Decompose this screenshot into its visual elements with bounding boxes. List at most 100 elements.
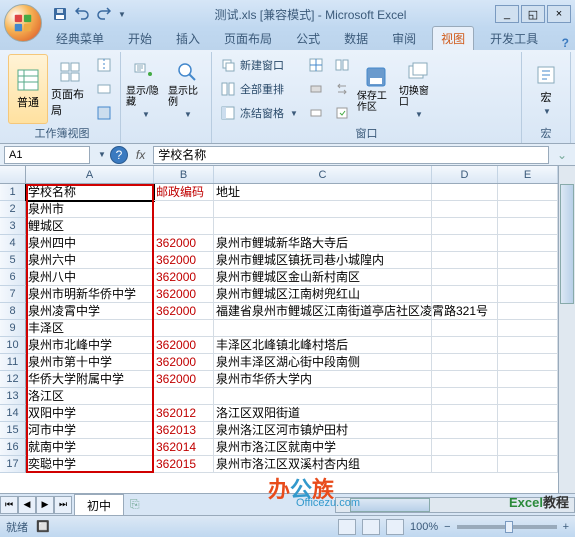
row-header-16[interactable]: 16 <box>0 439 26 456</box>
cell[interactable]: 丰泽区 <box>26 320 154 337</box>
cell[interactable]: 泉州市洛江区双溪村杏内组 <box>214 456 432 473</box>
cell[interactable]: 鲤城区 <box>26 218 154 235</box>
save-workspace-button[interactable]: 保存工作区 <box>356 54 396 124</box>
row-header-8[interactable]: 8 <box>0 303 26 320</box>
cell[interactable]: 奕聪中学 <box>26 456 154 473</box>
page-layout-button[interactable]: 页面布局 <box>50 54 90 124</box>
zoom-in-button[interactable]: + <box>563 521 569 533</box>
formula-input[interactable]: 学校名称 <box>153 146 549 164</box>
cell[interactable] <box>432 184 498 201</box>
cell[interactable]: 泉州市北峰中学 <box>26 337 154 354</box>
arrange-all-button[interactable]: 全部重排 <box>216 78 302 100</box>
column-header-E[interactable]: E <box>498 166 558 183</box>
cell[interactable] <box>498 405 558 422</box>
cell[interactable] <box>498 201 558 218</box>
cell[interactable]: 362000 <box>154 354 214 371</box>
cell[interactable] <box>498 320 558 337</box>
cell[interactable]: 362000 <box>154 286 214 303</box>
row-header-13[interactable]: 13 <box>0 388 26 405</box>
horizontal-scroll-thumb[interactable] <box>350 498 430 512</box>
cell[interactable] <box>498 269 558 286</box>
cell[interactable]: 泉州市华侨大学内 <box>214 371 432 388</box>
row-header-10[interactable]: 10 <box>0 337 26 354</box>
cell[interactable] <box>432 405 498 422</box>
ribbon-tab-0[interactable]: 经典菜单 <box>48 27 112 50</box>
zoom-out-button[interactable]: − <box>444 521 450 533</box>
column-header-B[interactable]: B <box>154 166 214 183</box>
unhide-button[interactable] <box>304 102 328 124</box>
hide-button[interactable] <box>304 78 328 100</box>
cell[interactable]: 双阳中学 <box>26 405 154 422</box>
ribbon-tab-5[interactable]: 数据 <box>336 27 376 50</box>
ribbon-help-icon[interactable]: ? <box>562 36 569 50</box>
cell[interactable]: 邮政编码 <box>154 184 214 201</box>
cell[interactable]: 362014 <box>154 439 214 456</box>
row-header-9[interactable]: 9 <box>0 320 26 337</box>
ribbon-tab-2[interactable]: 插入 <box>168 27 208 50</box>
cell[interactable] <box>432 337 498 354</box>
namebox-dropdown-icon[interactable]: ▼ <box>98 150 106 159</box>
cell[interactable]: 362000 <box>154 252 214 269</box>
close-button[interactable]: × <box>547 5 571 23</box>
cell[interactable]: 就南中学 <box>26 439 154 456</box>
cell[interactable] <box>432 320 498 337</box>
cell[interactable] <box>498 235 558 252</box>
cell[interactable] <box>432 371 498 388</box>
page-break-view-icon[interactable] <box>386 519 404 535</box>
row-header-5[interactable]: 5 <box>0 252 26 269</box>
view-side-by-side-button[interactable] <box>330 54 354 76</box>
cell[interactable] <box>432 303 498 320</box>
freeze-panes-button[interactable]: 冻结窗格▼ <box>216 102 302 124</box>
cell[interactable]: 福建省泉州市鲤城区江南街道亭店社区凌霄路321号 <box>214 303 432 320</box>
cell[interactable]: 泉州市 <box>26 201 154 218</box>
column-header-C[interactable]: C <box>214 166 432 183</box>
column-header-D[interactable]: D <box>432 166 498 183</box>
cell[interactable] <box>498 439 558 456</box>
next-sheet-button[interactable]: ▶ <box>36 496 54 514</box>
cell[interactable]: 泉州市鲤城区江南树兜红山 <box>214 286 432 303</box>
cell[interactable] <box>432 235 498 252</box>
row-header-4[interactable]: 4 <box>0 235 26 252</box>
custom-views-button[interactable] <box>92 78 116 100</box>
fx-icon[interactable]: fx <box>132 148 149 162</box>
expand-formula-icon[interactable]: ⌄ <box>553 148 571 162</box>
cell[interactable] <box>214 388 432 405</box>
ribbon-tab-8[interactable]: 开发工具 <box>482 27 546 50</box>
cell[interactable] <box>498 456 558 473</box>
cell[interactable]: 泉州洛江区河市镇炉田村 <box>214 422 432 439</box>
undo-icon[interactable] <box>72 4 92 24</box>
cell[interactable] <box>498 252 558 269</box>
new-sheet-icon[interactable]: ⎘ <box>124 497 146 512</box>
row-header-12[interactable]: 12 <box>0 371 26 388</box>
cell[interactable] <box>432 269 498 286</box>
ribbon-tab-7[interactable]: 视图 <box>432 26 474 50</box>
sheet-tab[interactable]: 初中 <box>74 494 124 516</box>
cell[interactable]: 泉州市明新华侨中学 <box>26 286 154 303</box>
cell[interactable] <box>432 218 498 235</box>
cell[interactable]: 洛江区双阳街道 <box>214 405 432 422</box>
row-header-6[interactable]: 6 <box>0 269 26 286</box>
cell[interactable] <box>154 320 214 337</box>
fullscreen-button[interactable] <box>92 102 116 124</box>
cell[interactable] <box>432 286 498 303</box>
cell[interactable] <box>432 456 498 473</box>
cell[interactable] <box>498 388 558 405</box>
ribbon-tab-1[interactable]: 开始 <box>120 27 160 50</box>
cell[interactable]: 泉州丰泽区湖心街中段南侧 <box>214 354 432 371</box>
redo-icon[interactable] <box>94 4 114 24</box>
cell[interactable]: 362013 <box>154 422 214 439</box>
cell[interactable] <box>432 439 498 456</box>
cell[interactable]: 学校名称 <box>26 184 154 201</box>
cell[interactable]: 华侨大学附属中学 <box>26 371 154 388</box>
row-header-15[interactable]: 15 <box>0 422 26 439</box>
cell[interactable]: 洛江区 <box>26 388 154 405</box>
cell[interactable]: 河市中学 <box>26 422 154 439</box>
cell[interactable]: 地址 <box>214 184 432 201</box>
cell[interactable]: 泉州市鲤城新华路大寺后 <box>214 235 432 252</box>
cell[interactable]: 泉州市鲤城区镇抚司巷小城隍内 <box>214 252 432 269</box>
reset-position-button[interactable] <box>330 102 354 124</box>
cell[interactable]: 泉州市洛江区就南中学 <box>214 439 432 456</box>
cell[interactable]: 362012 <box>154 405 214 422</box>
cell[interactable]: 泉州凌霄中学 <box>26 303 154 320</box>
ribbon-tab-4[interactable]: 公式 <box>288 27 328 50</box>
